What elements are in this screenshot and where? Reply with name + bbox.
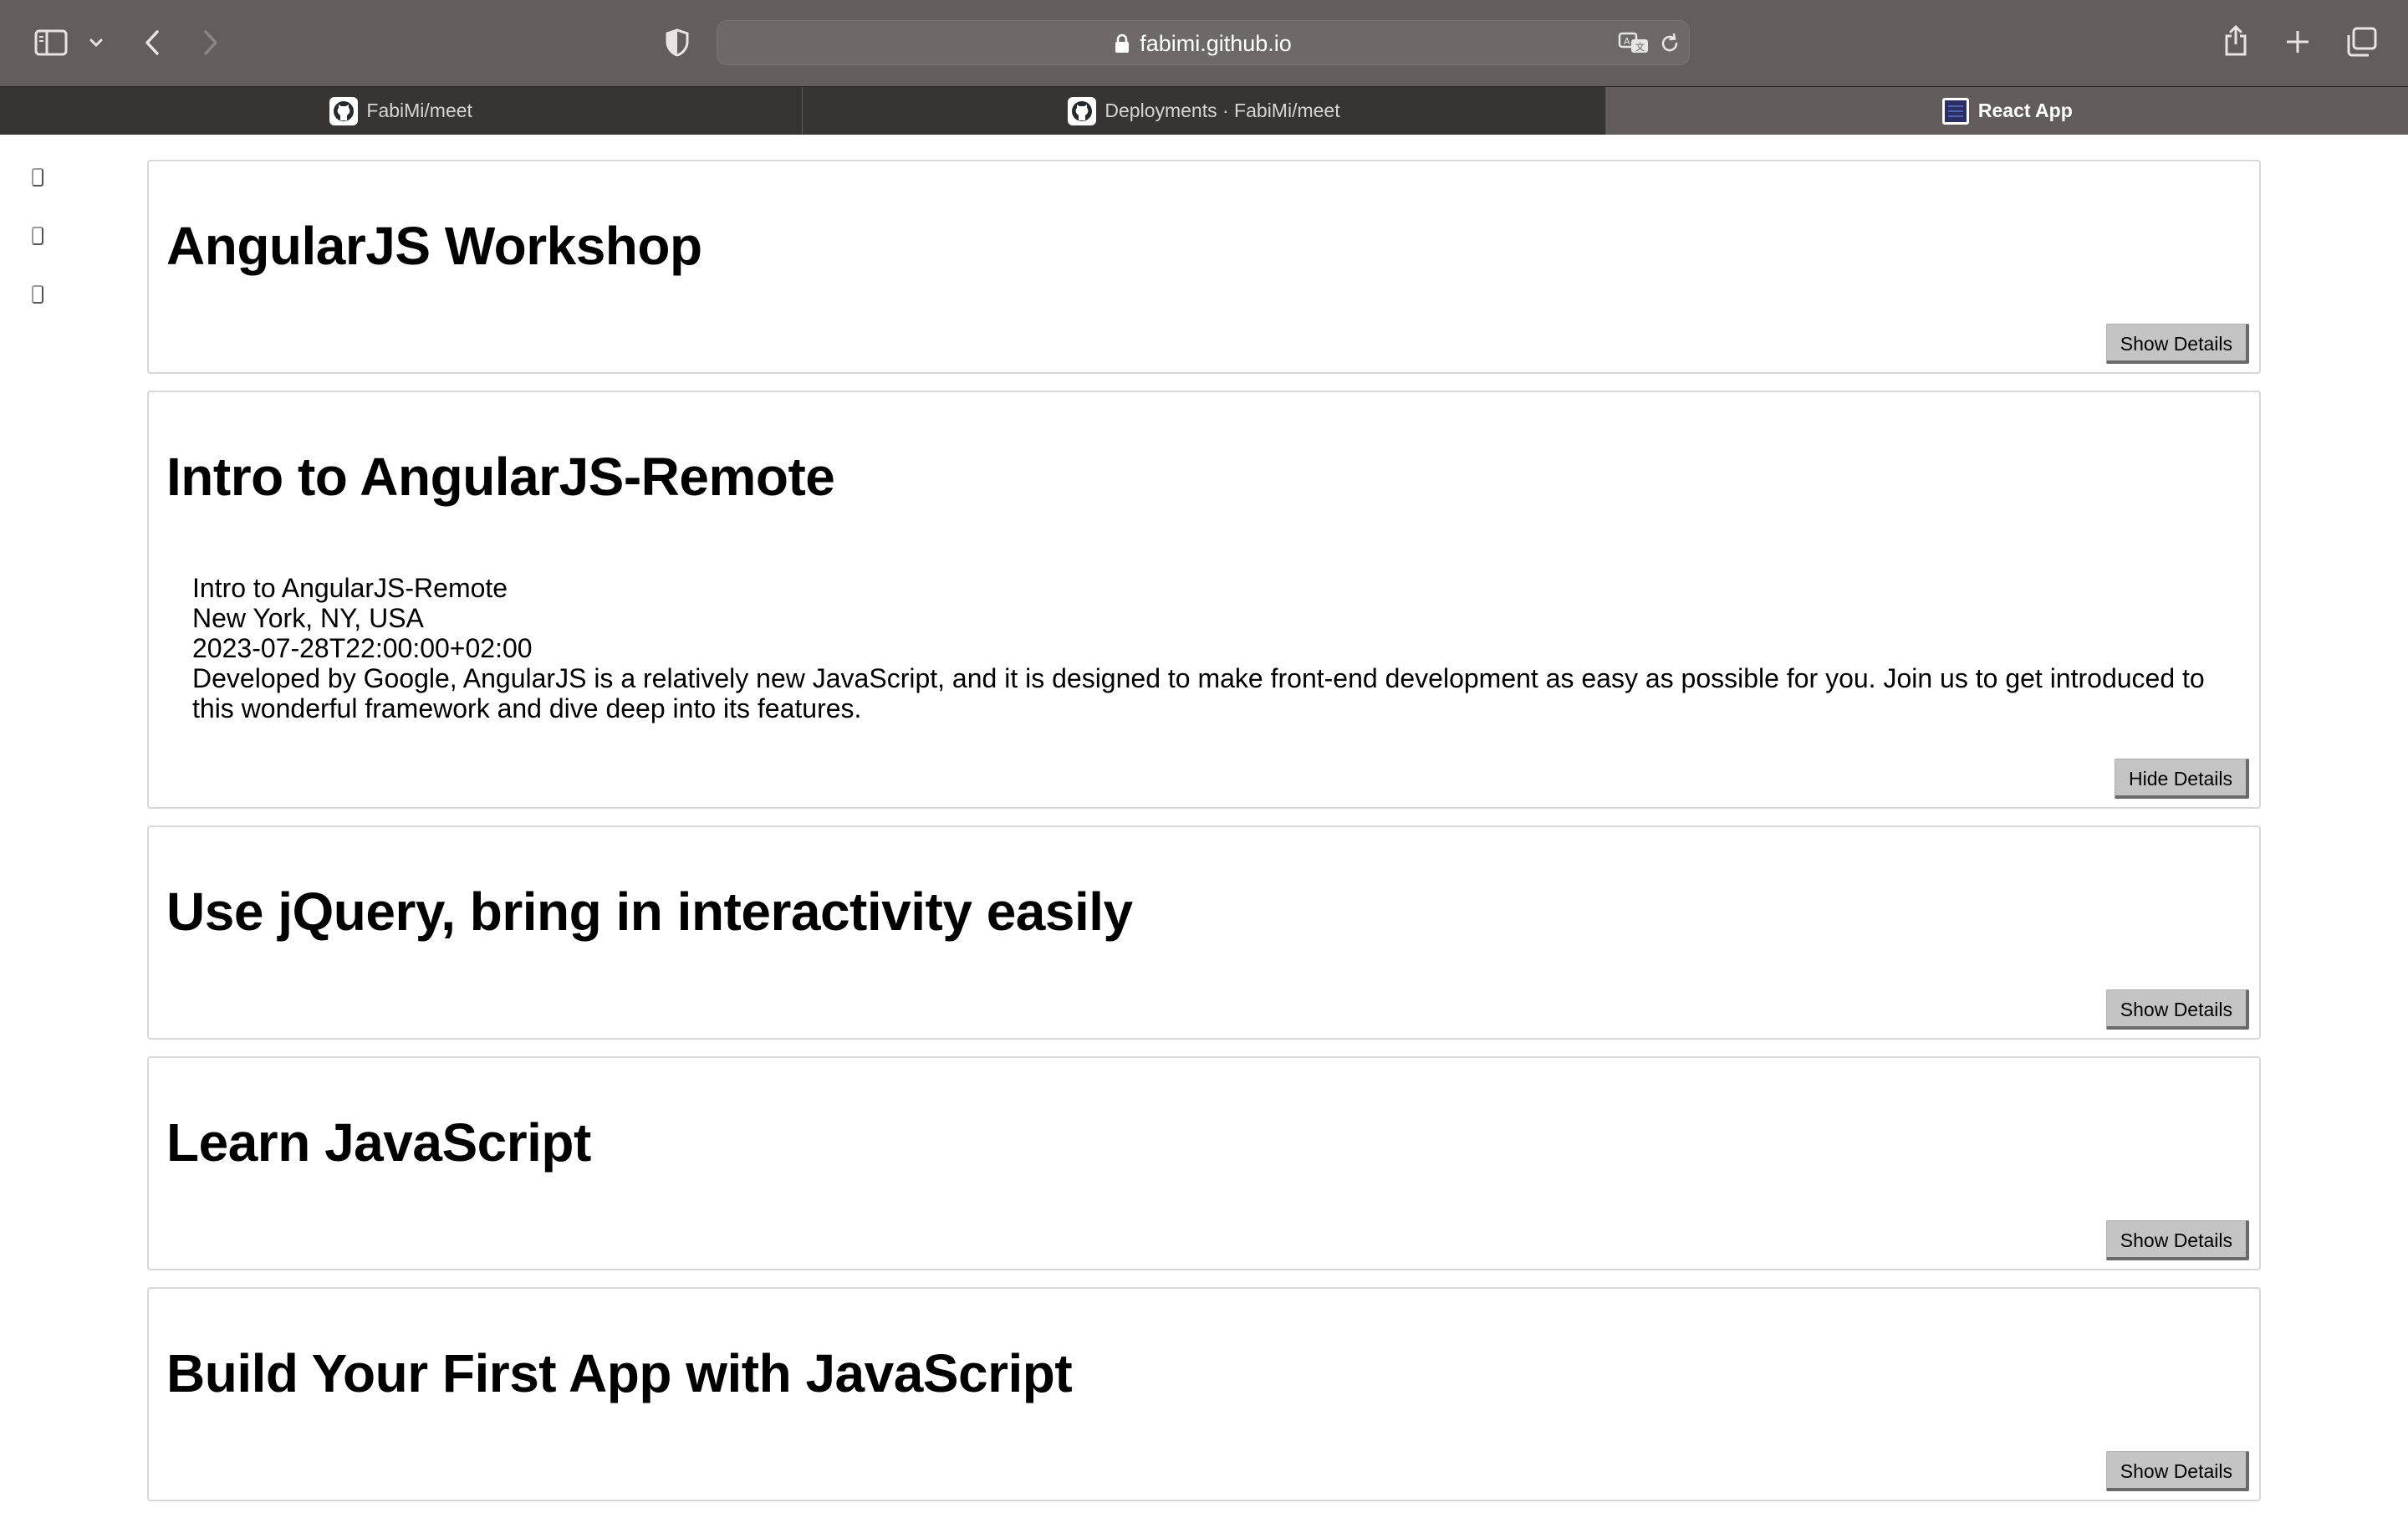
checkbox-marker[interactable] (32, 227, 43, 245)
event-title: AngularJS Workshop (166, 216, 702, 276)
forward-arrow-icon[interactable] (197, 27, 224, 59)
address-bar[interactable]: fabimi.github.io A文 (717, 20, 1690, 65)
checkbox-marker[interactable] (32, 285, 43, 304)
event-list: AngularJS Workshop Show Details Intro to… (147, 160, 2261, 1518)
github-icon (1068, 96, 1097, 125)
tab-bar: FabiMi/meet Deployments · FabiMi/meet Re… (0, 86, 2408, 135)
side-markers (32, 168, 43, 344)
event-title: Use jQuery, bring in interactivity easil… (166, 882, 1133, 942)
event-card: Build Your First App with JavaScript Sho… (147, 1287, 2261, 1501)
event-location: New York, NY, USA (192, 603, 424, 633)
event-details: Intro to AngularJS-Remote New York, NY, … (192, 573, 2216, 723)
tab-label: React App (1977, 100, 2073, 121)
event-card: Learn JavaScript Show Details (147, 1056, 2261, 1270)
tab-fabimi-meet[interactable]: FabiMi/meet (0, 87, 804, 135)
shield-icon[interactable] (663, 27, 691, 59)
event-title: Intro to AngularJS-Remote (166, 447, 835, 507)
tab-react-app[interactable]: React App (1605, 87, 2408, 135)
github-icon (329, 96, 359, 125)
url-text: fabimi.github.io (1140, 30, 1292, 56)
event-start-time: 2023-07-28T22:00:00+02:00 (192, 633, 533, 663)
plus-icon[interactable] (2283, 27, 2313, 57)
tab-label: FabiMi/meet (366, 100, 472, 121)
event-summary: Intro to AngularJS-Remote (192, 573, 508, 603)
tab-deployments[interactable]: Deployments · FabiMi/meet (803, 87, 1606, 135)
event-card: AngularJS Workshop Show Details (147, 160, 2261, 374)
sidebar-icon[interactable] (33, 27, 69, 59)
svg-text:A: A (1624, 36, 1630, 47)
checkbox-marker[interactable] (32, 168, 43, 187)
event-card: Use jQuery, bring in interactivity easil… (147, 825, 2261, 1040)
event-card: Intro to AngularJS-Remote Intro to Angul… (147, 391, 2261, 809)
share-icon[interactable] (2221, 23, 2251, 59)
event-title: Build Your First App with JavaScript (166, 1343, 1073, 1403)
chevron-down-icon[interactable] (87, 33, 105, 52)
event-description: Developed by Google, AngularJS is a rela… (192, 663, 2205, 723)
show-details-button[interactable]: Show Details (2105, 1220, 2249, 1260)
translate-icon[interactable]: A文 (1617, 31, 1652, 56)
page-content: AngularJS Workshop Show Details Intro to… (0, 135, 2408, 1505)
event-title: Learn JavaScript (166, 1112, 591, 1173)
tab-label: Deployments · FabiMi/meet (1105, 100, 1340, 121)
back-arrow-icon[interactable] (139, 27, 166, 59)
lock-icon (1115, 33, 1130, 54)
app-favicon (1941, 97, 1970, 125)
hide-details-button[interactable]: Hide Details (2115, 759, 2249, 799)
show-details-button[interactable]: Show Details (2105, 989, 2249, 1030)
browser-toolbar: fabimi.github.io A文 (0, 0, 2408, 86)
reload-icon[interactable] (1659, 33, 1681, 54)
show-details-button[interactable]: Show Details (2105, 324, 2249, 364)
show-details-button[interactable]: Show Details (2105, 1451, 2249, 1491)
tab-overview-icon[interactable] (2344, 25, 2378, 59)
svg-text:文: 文 (1635, 41, 1645, 53)
